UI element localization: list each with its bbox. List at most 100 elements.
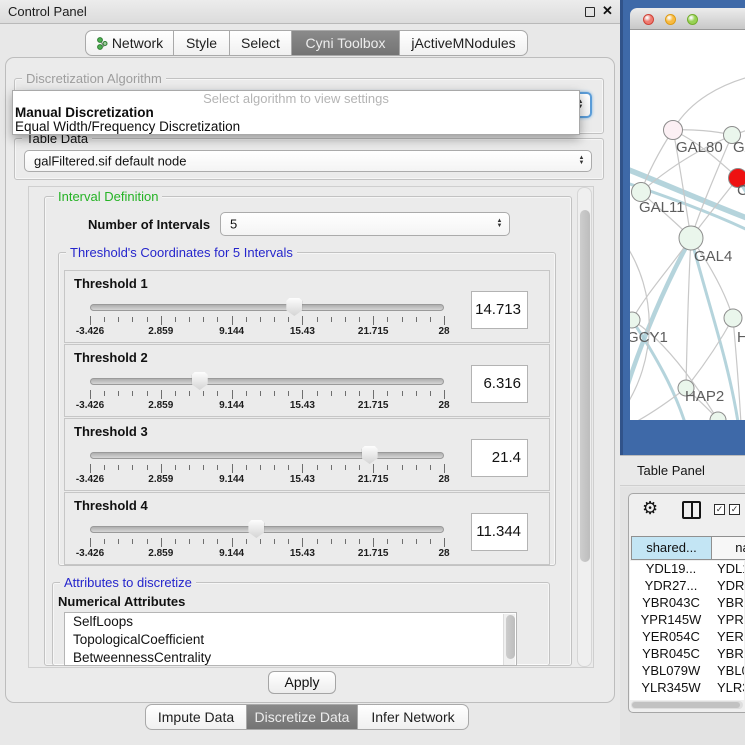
zoom-light[interactable] (687, 14, 698, 25)
table-row[interactable]: YBL079WYBL0 (630, 663, 744, 680)
dropdown-option[interactable]: Equal Width/Frequency Discretization (13, 120, 579, 134)
minor-tick (175, 317, 176, 322)
minor-tick (430, 465, 431, 470)
major-tick (302, 464, 303, 473)
network-view[interactable]: GAL80GACGAL11GAL4GCY1HHAP2 (630, 30, 745, 420)
scrollbar-thumb[interactable] (506, 615, 515, 659)
cell-name: YIL0 (717, 697, 744, 700)
slider-track[interactable] (90, 526, 444, 533)
slider-thumb[interactable] (362, 446, 378, 464)
slider-thumb[interactable] (286, 298, 302, 316)
slider-track[interactable] (90, 378, 444, 385)
cell-shared-name: YIL052C (630, 697, 712, 700)
tab-cyni-toolbox[interactable]: Cyni Toolbox (292, 30, 400, 56)
minor-tick (416, 317, 417, 322)
list-scrollbar[interactable] (503, 614, 515, 666)
table-row[interactable]: YLR345WYLR3 (630, 680, 744, 697)
minor-tick (132, 465, 133, 470)
threshold-value-field[interactable]: 6.316 (471, 365, 528, 403)
close-light[interactable] (643, 14, 654, 25)
column-header[interactable]: shared... (631, 536, 712, 560)
cell-shared-name: YDL19... (630, 561, 712, 576)
minor-tick (317, 391, 318, 396)
attribute-list-item[interactable]: TopologicalCoefficient (65, 631, 516, 649)
table-row[interactable]: YER054CYER0 (630, 629, 744, 646)
node-label: H (737, 329, 745, 346)
minor-tick (104, 465, 105, 470)
table-row[interactable]: YPR145WYPR1 (630, 612, 744, 629)
threshold-value-field[interactable]: 11.344 (471, 513, 528, 551)
minor-tick (402, 317, 403, 322)
network-edge (686, 238, 691, 388)
tab-jactivemnodules[interactable]: jActiveMNodules (400, 30, 528, 56)
panel-title: Control Panel (8, 4, 87, 19)
table-row[interactable]: YBR043CYBR0 (630, 595, 744, 612)
tick-label: 28 (438, 326, 449, 337)
major-tick (161, 464, 162, 473)
table-row[interactable]: YIL052C YIL0 (630, 697, 744, 700)
checkbox-icon[interactable]: ✓ (714, 504, 725, 515)
close-icon[interactable]: ✕ (602, 3, 613, 19)
apply-button[interactable]: Apply (268, 671, 336, 694)
float-window-icon[interactable] (585, 7, 595, 17)
tick-label: 21.715 (358, 400, 389, 411)
scrollbar-thumb[interactable] (632, 702, 740, 708)
minor-tick (274, 465, 275, 470)
table-horizontal-scrollbar[interactable] (631, 701, 743, 709)
tab-network[interactable]: Network (85, 30, 174, 56)
table-data-combo[interactable]: galFiltered.sif default node ▲▼ (24, 150, 592, 172)
minor-tick (203, 539, 204, 544)
slider-track[interactable] (90, 304, 444, 311)
node-label: HAP2 (685, 388, 724, 405)
network-node[interactable] (679, 226, 703, 250)
bottom-tab-discretize-data[interactable]: Discretize Data (247, 704, 358, 730)
minor-tick (430, 391, 431, 396)
slider-thumb[interactable] (248, 520, 264, 538)
tab-label: Infer Network (371, 709, 454, 725)
slider-track[interactable] (90, 452, 444, 459)
table-row[interactable]: YBR045CYBR0 (630, 646, 744, 663)
tick-label: -3.426 (76, 548, 104, 559)
network-node[interactable] (724, 309, 742, 327)
minor-tick (317, 539, 318, 544)
minimize-light[interactable] (665, 14, 676, 25)
minor-tick (132, 317, 133, 322)
number-of-intervals-combo[interactable]: 5 ▲▼ (220, 212, 510, 236)
slider-thumb[interactable] (192, 372, 208, 390)
checkbox-icon[interactable]: ✓ (729, 504, 740, 515)
minor-tick (317, 465, 318, 470)
gear-icon[interactable]: ⚙ (642, 498, 658, 519)
minor-tick (345, 465, 346, 470)
column-header[interactable]: name (711, 536, 745, 560)
attribute-list-item[interactable]: SelfLoops (65, 613, 516, 631)
cell-name: YER0 (717, 629, 744, 644)
tab-style[interactable]: Style (174, 30, 230, 56)
vertical-scrollbar[interactable] (577, 187, 592, 667)
threshold-panel: Threshold 3-3.4262.8599.14415.4321.71528… (64, 418, 550, 491)
minor-tick (175, 465, 176, 470)
tick-label: -3.426 (76, 400, 104, 411)
numerical-attributes-list[interactable]: SelfLoopsTopologicalCoefficientBetweenne… (64, 612, 517, 666)
tick-label: 9.144 (219, 400, 244, 411)
table-row[interactable]: YDL19...YDL1 (630, 561, 744, 578)
minor-tick (147, 465, 148, 470)
dropdown-option[interactable]: Manual Discretization (13, 106, 579, 120)
threshold-value-field[interactable]: 21.4 (471, 439, 528, 477)
network-node[interactable] (664, 121, 683, 140)
tick-label: 9.144 (219, 474, 244, 485)
network-node[interactable] (630, 312, 640, 328)
bottom-tab-infer-network[interactable]: Infer Network (358, 704, 469, 730)
scrollbar-thumb[interactable] (580, 210, 590, 562)
minor-tick (217, 539, 218, 544)
minor-tick (402, 539, 403, 544)
tick-label: -3.426 (76, 326, 104, 337)
bottom-tab-impute-data[interactable]: Impute Data (145, 704, 247, 730)
minor-tick (118, 539, 119, 544)
threshold-panel: Threshold 1-3.4262.8599.14415.4321.71528… (64, 270, 550, 343)
attribute-list-item[interactable]: BetweennessCentrality (65, 649, 516, 666)
tab-select[interactable]: Select (230, 30, 292, 56)
table-row[interactable]: YDR27...YDR2 (630, 578, 744, 595)
split-columns-icon[interactable] (682, 501, 701, 519)
threshold-value-field[interactable]: 14.713 (471, 291, 528, 329)
table-data-value: galFiltered.sif default node (34, 154, 186, 169)
